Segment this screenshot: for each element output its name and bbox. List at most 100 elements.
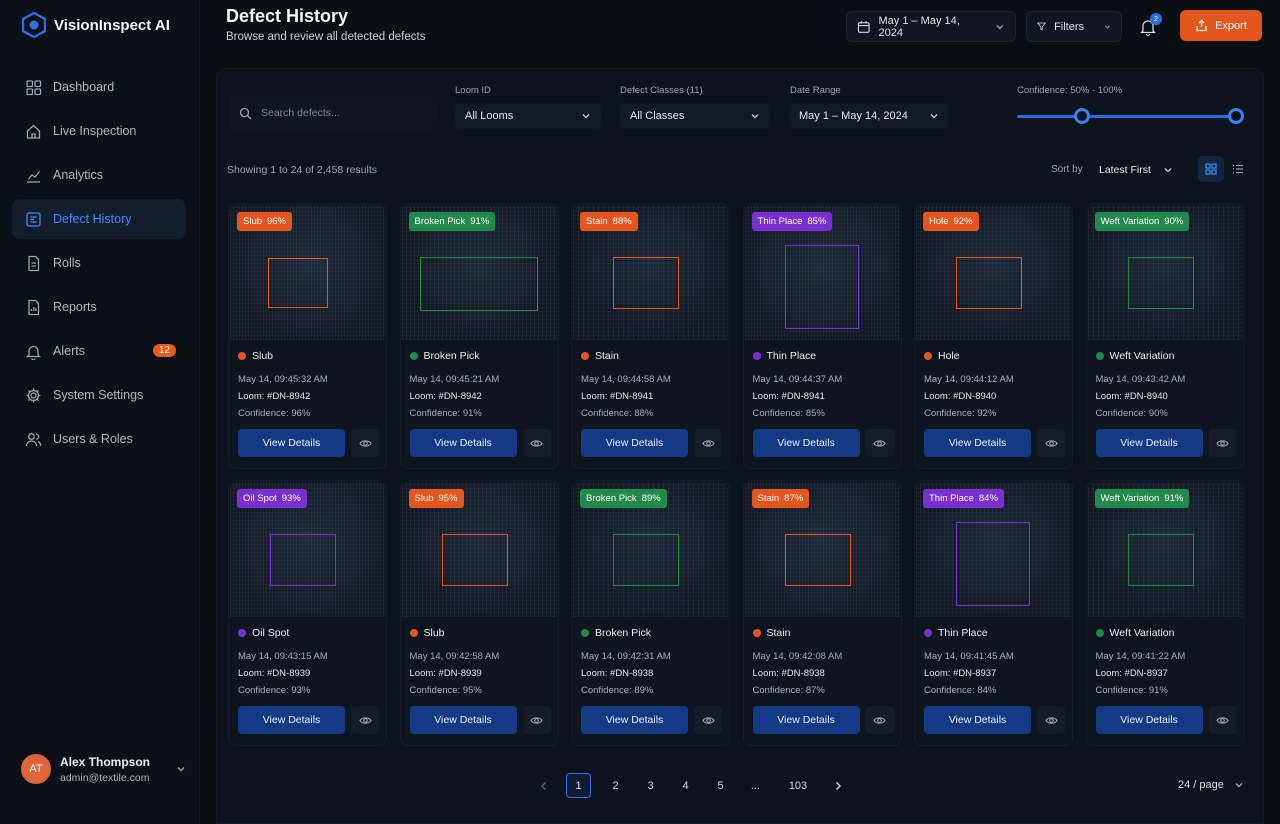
defect-tag-confidence: 90% xyxy=(1164,216,1184,227)
defect-card[interactable]: Weft Variation 90% Weft Variation May 14, 0… xyxy=(1085,203,1245,469)
defect-card[interactable]: Thin Place 85% Thin Place May 14, 09:44:37 … xyxy=(742,203,902,469)
defect-thumbnail[interactable]: Hole 92% xyxy=(916,205,1071,340)
defect-name-label: Hole xyxy=(938,350,960,362)
sidebar-item-reports[interactable]: Reports xyxy=(12,287,186,327)
confidence-max-handle[interactable] xyxy=(1228,108,1244,124)
defect-thumbnail[interactable]: Slub 96% xyxy=(230,205,385,340)
page-103-button[interactable]: 103 xyxy=(784,773,812,798)
page-2-button[interactable]: 2 xyxy=(603,773,628,798)
page-4-button[interactable]: 4 xyxy=(673,773,698,798)
preview-button[interactable] xyxy=(865,706,894,734)
preview-button[interactable] xyxy=(522,429,551,457)
confidence-min-handle[interactable] xyxy=(1074,108,1090,124)
chevron-left-icon[interactable] xyxy=(538,780,550,792)
defect-thumbnail[interactable]: Weft Variation 90% xyxy=(1087,205,1243,340)
view-details-button[interactable]: View Details xyxy=(409,706,517,734)
defect-loom: Loom: #DN-8941 xyxy=(581,391,654,402)
view-details-button[interactable]: View Details xyxy=(1095,429,1203,457)
search-input[interactable] xyxy=(261,107,431,119)
defect-card[interactable]: Slub 96% Slub May 14, 09:45:32 AM Loom: #DN-… xyxy=(228,203,387,469)
defect-card[interactable]: Broken Pick 89% Broken Pick May 14, 09:42:3… xyxy=(571,480,730,746)
eye-icon xyxy=(701,716,715,724)
view-details-button[interactable]: View Details xyxy=(238,429,345,457)
sidebar-item-rolls[interactable]: Rolls xyxy=(12,243,186,283)
report-icon xyxy=(28,299,40,315)
defect-card[interactable]: Thin Place 84% Thin Place May 14, 09:41:45 … xyxy=(914,480,1073,746)
defect-card[interactable]: Slub 95% Slub May 14, 09:42:58 AM Loom: #DN-… xyxy=(399,480,559,746)
chevron-right-icon[interactable] xyxy=(832,780,844,792)
date-range-button[interactable]: May 1 – May 14, 2024 xyxy=(846,11,1016,42)
sidebar-item-dashboard[interactable]: Dashboard xyxy=(12,67,186,107)
view-details-button[interactable]: View Details xyxy=(752,706,860,734)
sidebar-item-alerts[interactable]: Alerts 12 xyxy=(12,331,186,371)
filters-button[interactable]: Filters xyxy=(1026,11,1122,42)
defect-card[interactable]: Weft Variation 91% Weft Variation May 14, 0… xyxy=(1085,480,1245,746)
page-1-button[interactable]: 1 xyxy=(566,773,591,798)
view-details-button[interactable]: View Details xyxy=(752,429,860,457)
date-range-select[interactable]: May 1 – May 14, 2024 xyxy=(789,103,949,129)
preview-button[interactable] xyxy=(1208,706,1237,734)
defect-card[interactable]: Hole 92% Hole May 14, 09:44:12 AM Loom: #DN-… xyxy=(914,203,1073,469)
grid-view-button[interactable] xyxy=(1198,156,1224,182)
loom-filter-label: Loom ID xyxy=(455,85,491,96)
preview-button[interactable] xyxy=(694,706,722,734)
defect-tag-confidence: 93% xyxy=(281,493,301,504)
view-details-button[interactable]: View Details xyxy=(238,706,345,734)
per-page-select[interactable]: 24 / page xyxy=(1178,779,1244,791)
preview-button[interactable] xyxy=(1208,429,1237,457)
view-details-button[interactable]: View Details xyxy=(1095,706,1203,734)
defect-thumbnail[interactable]: Weft Variation 91% xyxy=(1087,482,1243,617)
page-3-button[interactable]: 3 xyxy=(638,773,663,798)
preview-button[interactable] xyxy=(694,429,722,457)
preview-button[interactable] xyxy=(522,706,551,734)
user-profile[interactable]: AT Alex Thompson admin@textile.com xyxy=(21,754,186,784)
sort-select[interactable]: Latest First xyxy=(1099,164,1173,176)
defect-thumbnail[interactable]: Thin Place 84% xyxy=(916,482,1071,617)
view-details-button[interactable]: View Details xyxy=(924,429,1031,457)
defect-card[interactable]: Broken Pick 91% Broken Pick May 14, 09:45:2… xyxy=(399,203,559,469)
eye-icon xyxy=(1216,439,1229,447)
defect-card[interactable]: Oil Spot 93% Oil Spot May 14, 09:43:15 AM Lo… xyxy=(228,480,387,746)
view-details-button[interactable]: View Details xyxy=(409,429,517,457)
classes-select[interactable]: All Classes xyxy=(620,103,770,129)
defect-thumbnail[interactable]: Oil Spot 93% xyxy=(230,482,385,617)
list-view-button[interactable] xyxy=(1225,156,1251,182)
defect-thumbnail[interactable]: Stain 87% xyxy=(744,482,900,617)
loom-select[interactable]: All Looms xyxy=(455,103,601,129)
sidebar-item-system-settings[interactable]: System Settings xyxy=(12,375,186,415)
search-box[interactable] xyxy=(229,95,437,131)
export-button[interactable]: Export xyxy=(1180,10,1262,41)
sidebar-item-live-inspection[interactable]: Live Inspection xyxy=(12,111,186,151)
brand[interactable]: VisionInspect AI xyxy=(22,12,170,38)
defect-thumbnail[interactable]: Broken Pick 91% xyxy=(401,205,557,340)
confidence-slider-track[interactable] xyxy=(1017,115,1239,118)
date-range-label: May 1 – May 14, 2024 xyxy=(878,14,960,39)
defect-name-label: Weft Variation xyxy=(1109,627,1175,639)
defect-thumbnail[interactable]: Thin Place 85% xyxy=(744,205,900,340)
view-details-button[interactable]: View Details xyxy=(581,706,688,734)
defect-thumbnail[interactable]: Broken Pick 89% xyxy=(573,482,728,617)
status-dot xyxy=(409,629,418,637)
view-details-button[interactable]: View Details xyxy=(581,429,688,457)
preview-button[interactable] xyxy=(351,706,379,734)
defect-thumbnail[interactable]: Stain 88% xyxy=(573,205,728,340)
preview-button[interactable] xyxy=(1037,706,1065,734)
defect-thumbnail[interactable]: Slub 95% xyxy=(401,482,557,617)
page-5-button[interactable]: 5 xyxy=(708,773,733,798)
defect-card[interactable]: Stain 87% Stain May 14, 09:42:08 AM Loom: #D… xyxy=(742,480,902,746)
preview-button[interactable] xyxy=(1037,429,1065,457)
defect-tag-label: Weft Variation xyxy=(1100,493,1160,504)
defect-time: May 14, 09:44:37 AM xyxy=(752,374,843,385)
defect-time: May 14, 09:44:58 AM xyxy=(581,374,671,385)
sidebar-item-analytics[interactable]: Analytics xyxy=(12,155,186,195)
sidebar-item-label: Alerts xyxy=(53,344,85,358)
defect-card[interactable]: Stain 88% Stain May 14, 09:44:58 AM Loom: #D… xyxy=(571,203,730,469)
sidebar-item-label: Defect History xyxy=(53,212,132,226)
sidebar-item-defect-history[interactable]: Defect History xyxy=(12,199,186,239)
defect-loom: Loom: #DN-8938 xyxy=(752,668,825,679)
preview-button[interactable] xyxy=(351,429,379,457)
view-details-button[interactable]: View Details xyxy=(924,706,1031,734)
sidebar-item-users-roles[interactable]: Users & Roles xyxy=(12,419,186,459)
sidebar-item-label: System Settings xyxy=(53,388,144,402)
preview-button[interactable] xyxy=(865,429,894,457)
